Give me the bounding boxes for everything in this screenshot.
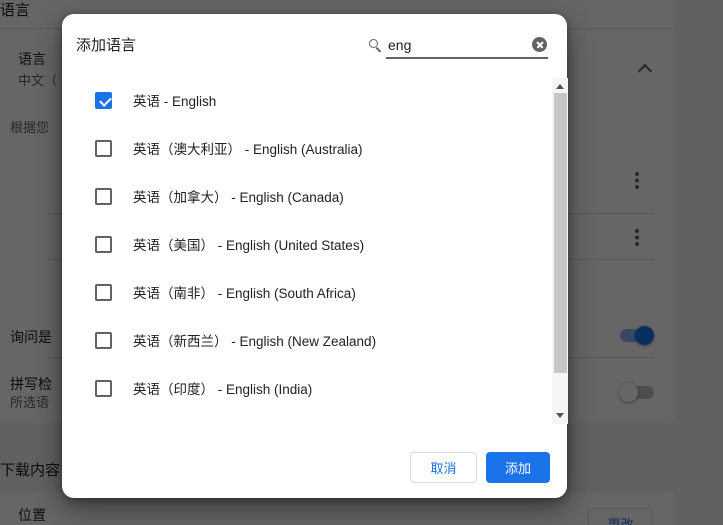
checkbox[interactable] — [95, 379, 112, 397]
language-option[interactable]: 英语（加拿大） - English (Canada) — [62, 172, 551, 220]
dialog-scrollbar[interactable] — [552, 78, 568, 424]
add-button[interactable]: 添加 — [486, 452, 550, 483]
language-option[interactable]: 英语 - English — [62, 76, 551, 124]
language-option[interactable]: 英语（南非） - English (South Africa) — [62, 268, 551, 316]
scrollbar-down-icon[interactable] — [556, 413, 564, 418]
language-option-label: 英语（加拿大） - English (Canada) — [133, 190, 344, 205]
language-option-label: 英语（澳大利亚） - English (Australia) — [133, 142, 363, 157]
chrome-settings-screen: 语言 语言 中文（ 根据您 询问是 拼写检 所选语 下载内容 位置 更改 添加语… — [0, 0, 723, 525]
checkbox[interactable] — [95, 187, 112, 205]
checkbox[interactable] — [95, 283, 112, 301]
scrollbar-up-icon[interactable] — [556, 84, 564, 89]
dialog-title: 添加语言 — [76, 37, 137, 54]
search-underline — [386, 57, 548, 59]
clear-search-icon[interactable] — [532, 37, 547, 52]
search-icon — [369, 39, 378, 48]
language-option-label: 英语（印度） - English (India) — [133, 382, 313, 397]
checkbox[interactable] — [95, 235, 112, 253]
language-option[interactable]: 英语（美国） - English (United States) — [62, 220, 551, 268]
language-list: 英语 - English 英语（澳大利亚） - English (Austral… — [62, 76, 551, 424]
language-option-label: 英语（南非） - English (South Africa) — [133, 286, 356, 301]
add-language-dialog: 添加语言 英语 - English 英语（澳大利亚） - English (Au… — [62, 14, 568, 498]
search-input[interactable] — [386, 35, 532, 55]
language-option[interactable]: 英语（印度） - English (India) — [62, 364, 551, 412]
language-option[interactable]: 英语（澳大利亚） - English (Australia) — [62, 124, 551, 172]
language-option[interactable]: 英语（新西兰） - English (New Zealand) — [62, 316, 551, 364]
cancel-button[interactable]: 取消 — [410, 452, 477, 483]
checkbox[interactable] — [95, 91, 112, 109]
language-option-label: 英语（美国） - English (United States) — [133, 238, 365, 253]
checkbox[interactable] — [95, 331, 112, 349]
scrollbar-thumb[interactable] — [553, 93, 567, 373]
language-option-label: 英语 - English — [133, 94, 217, 109]
checkbox[interactable] — [95, 139, 112, 157]
language-option-label: 英语（新西兰） - English (New Zealand) — [133, 334, 377, 349]
